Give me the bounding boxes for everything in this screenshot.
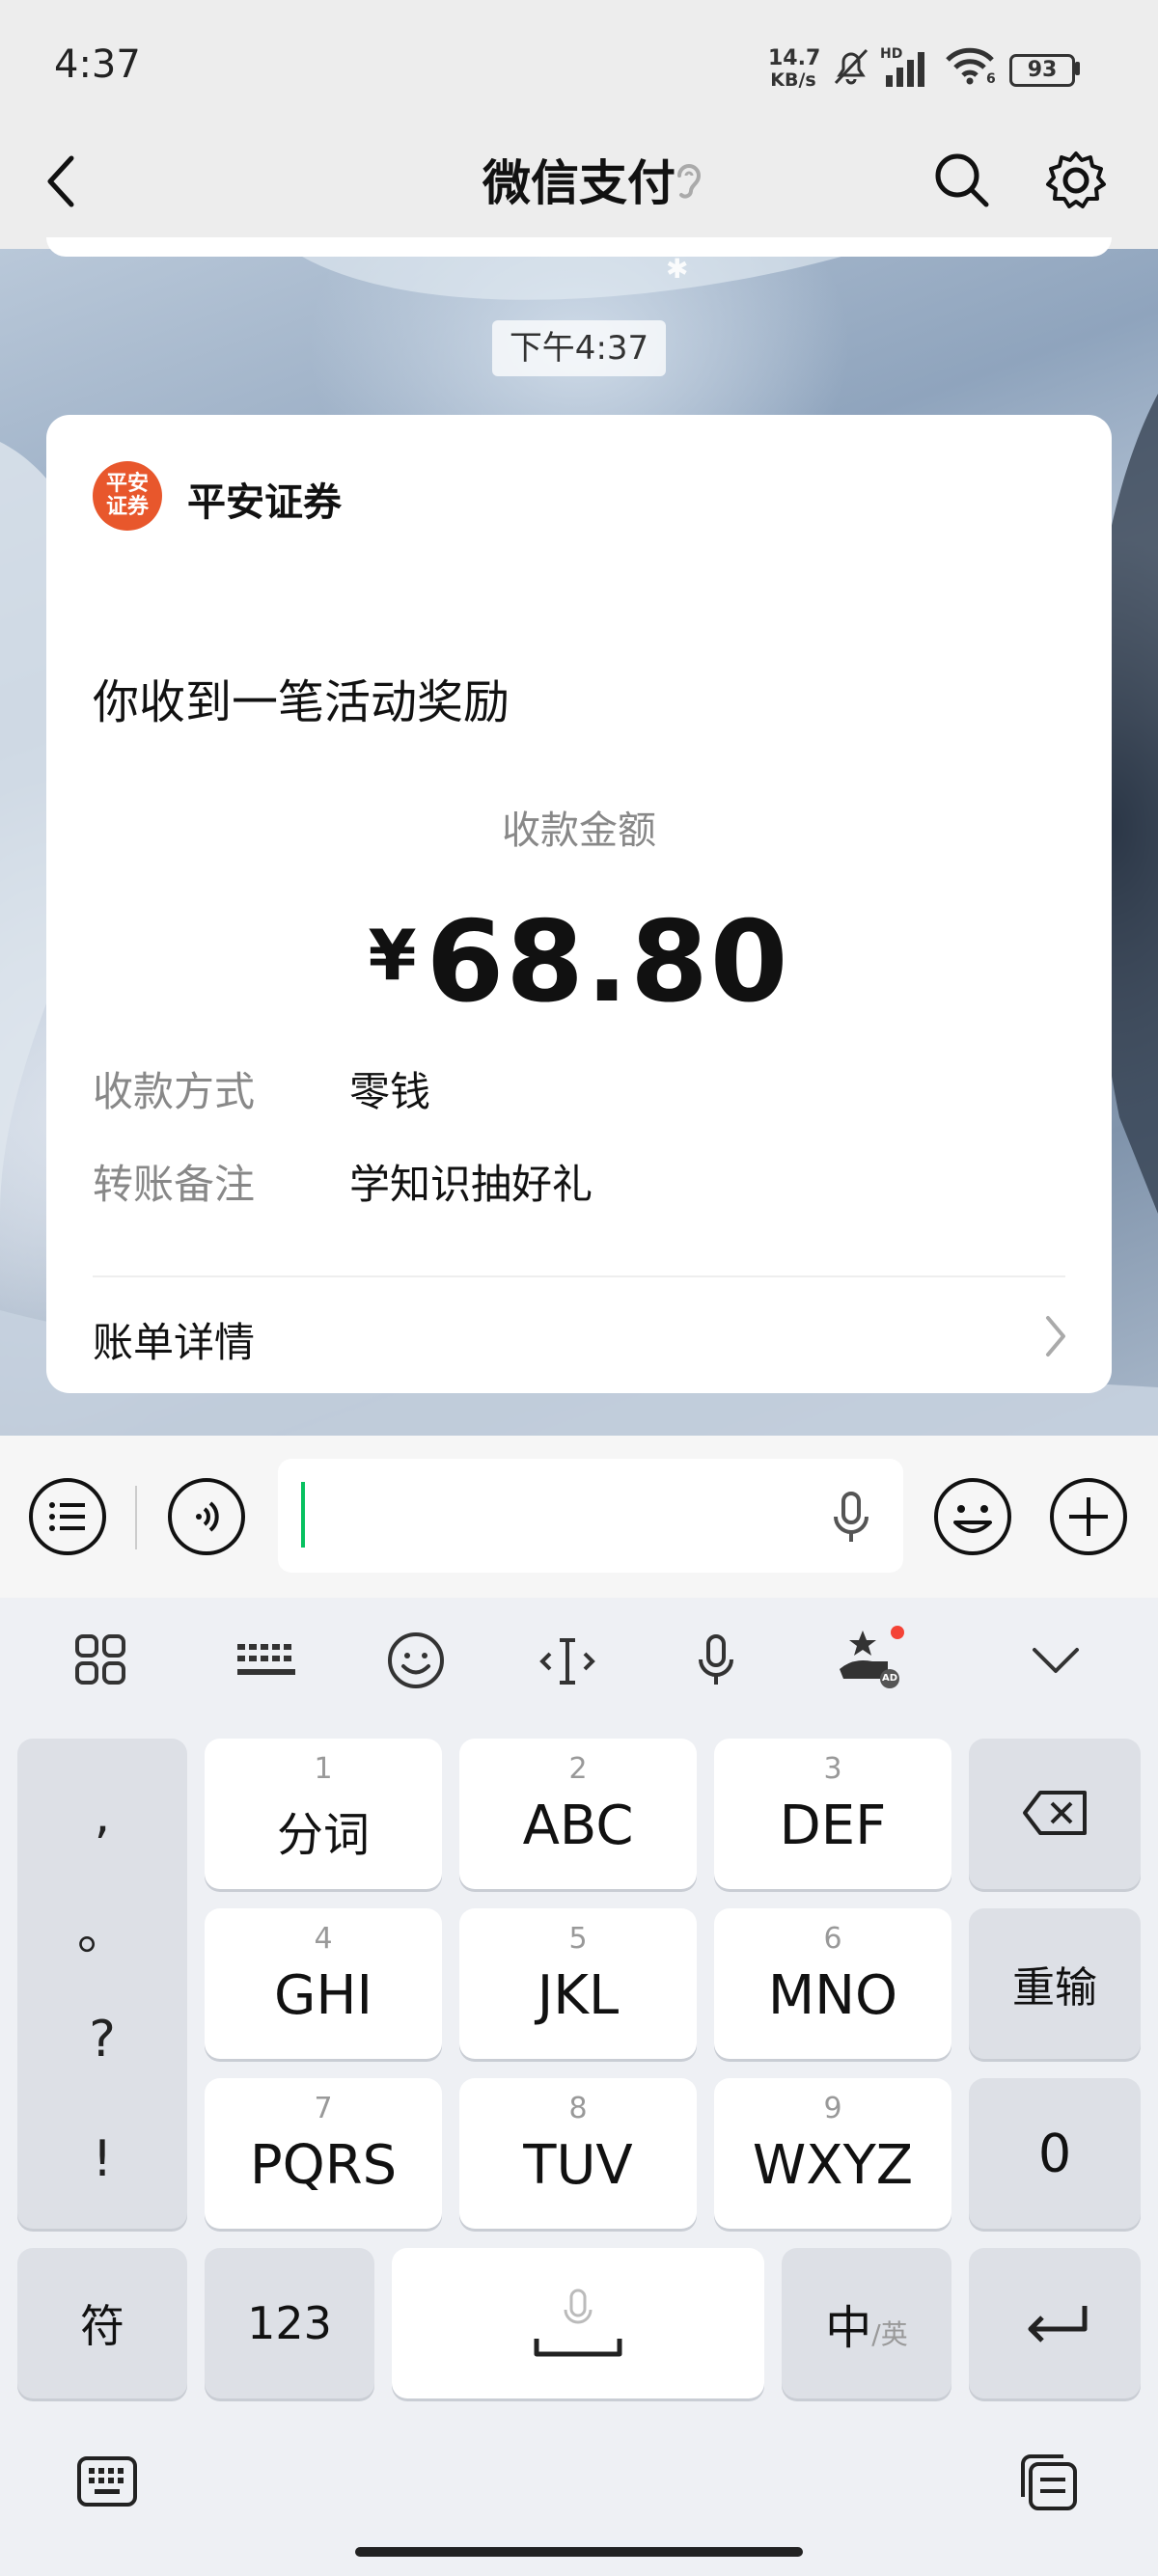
network-speed: 14.7 KB/s: [768, 46, 821, 92]
key-5[interactable]: 5 JKL: [459, 1908, 697, 2059]
space-voice-icon: [534, 2288, 622, 2357]
sender-logo: 平安证券: [93, 461, 162, 531]
key-1[interactable]: 1 分词: [205, 1739, 442, 1889]
key-6[interactable]: 6 MNO: [714, 1908, 951, 2059]
key-4[interactable]: 4 GHI: [205, 1908, 442, 2059]
symbol-key[interactable]: 符: [17, 2248, 187, 2398]
card-divider: [93, 1275, 1065, 1277]
backspace-key[interactable]: [969, 1739, 1141, 1889]
chat-timestamp: 下午4:37: [492, 320, 666, 376]
add-more-icon[interactable]: [1048, 1476, 1129, 1557]
previous-card-edge: [46, 237, 1112, 257]
message-input[interactable]: [278, 1459, 903, 1573]
menu-list-icon[interactable]: [27, 1476, 108, 1557]
chevron-right-icon: [1046, 1316, 1065, 1357]
cursor-move-icon[interactable]: [538, 1632, 596, 1690]
key-comma[interactable]: ,: [17, 1787, 187, 1845]
ad-badge: AD: [881, 1673, 898, 1684]
wifi-6-label: 6: [986, 71, 996, 87]
payment-method-label: 收款方式: [93, 1068, 256, 1115]
key-8[interactable]: 8 TUV: [459, 2078, 697, 2229]
clipboard-icon[interactable]: [1017, 2453, 1081, 2514]
search-icon[interactable]: [930, 149, 992, 210]
amount-display: ¥68.80: [46, 897, 1112, 1028]
mute-bell-icon: [834, 48, 868, 85]
key-question[interactable]: ?: [17, 2011, 187, 2069]
voice-input-icon[interactable]: [166, 1476, 247, 1557]
sender-name: 平安证券: [187, 480, 342, 525]
signal-icon: [886, 52, 924, 87]
space-key[interactable]: [392, 2248, 764, 2398]
microphone-icon[interactable]: [828, 1488, 874, 1549]
collapse-keyboard-icon[interactable]: [1031, 1644, 1081, 1677]
battery-tip: [1075, 62, 1080, 75]
keyboard-voice-icon[interactable]: [695, 1632, 737, 1690]
apps-grid-icon[interactable]: [73, 1632, 127, 1686]
amount-label: 收款金额: [502, 808, 656, 853]
number-mode-key[interactable]: 123: [205, 2248, 374, 2398]
home-indicator[interactable]: [355, 2547, 803, 2557]
transfer-note-value: 学知识抽好礼: [349, 1161, 593, 1208]
punctuation-column[interactable]: , 。 ? !: [17, 1739, 187, 2229]
currency-symbol: ¥: [368, 915, 417, 996]
key-9[interactable]: 9 WXYZ: [714, 2078, 951, 2229]
input-bar-separator: [135, 1486, 137, 1549]
card-headline: 你收到一笔活动奖励: [93, 675, 510, 729]
payment-method-value: 零钱: [349, 1068, 431, 1115]
backspace-icon: [1023, 1791, 1087, 1835]
emoji-icon[interactable]: [932, 1476, 1013, 1557]
language-switch-key[interactable]: 中/英: [782, 2248, 951, 2398]
enter-icon: [1028, 2306, 1088, 2343]
emoji-panel-icon[interactable]: [386, 1631, 446, 1690]
battery-indicator: 93: [1009, 54, 1075, 87]
reinput-key[interactable]: 重输: [969, 1908, 1141, 2059]
key-2[interactable]: 2 ABC: [459, 1739, 697, 1889]
keyboard-layout-icon[interactable]: [235, 1640, 297, 1683]
key-7[interactable]: 7 PQRS: [205, 2078, 442, 2229]
bill-detail-link[interactable]: 账单详情: [93, 1310, 255, 1369]
key-period[interactable]: 。: [17, 1891, 187, 1963]
enter-key[interactable]: [969, 2248, 1141, 2398]
svg-text:✱: ✱: [666, 253, 688, 285]
status-time: 4:37: [54, 42, 141, 87]
text-cursor: [301, 1482, 305, 1548]
amount-value: 68.80: [426, 897, 790, 1028]
ear-icon: [677, 164, 702, 199]
key-3[interactable]: 3 DEF: [714, 1739, 951, 1889]
zero-key[interactable]: 0: [969, 2078, 1141, 2229]
settings-gear-icon[interactable]: [1044, 149, 1108, 212]
transfer-note-label: 转账备注: [93, 1161, 256, 1208]
keyboard-switch-icon[interactable]: [75, 2454, 139, 2508]
key-exclamation[interactable]: !: [17, 2130, 187, 2188]
